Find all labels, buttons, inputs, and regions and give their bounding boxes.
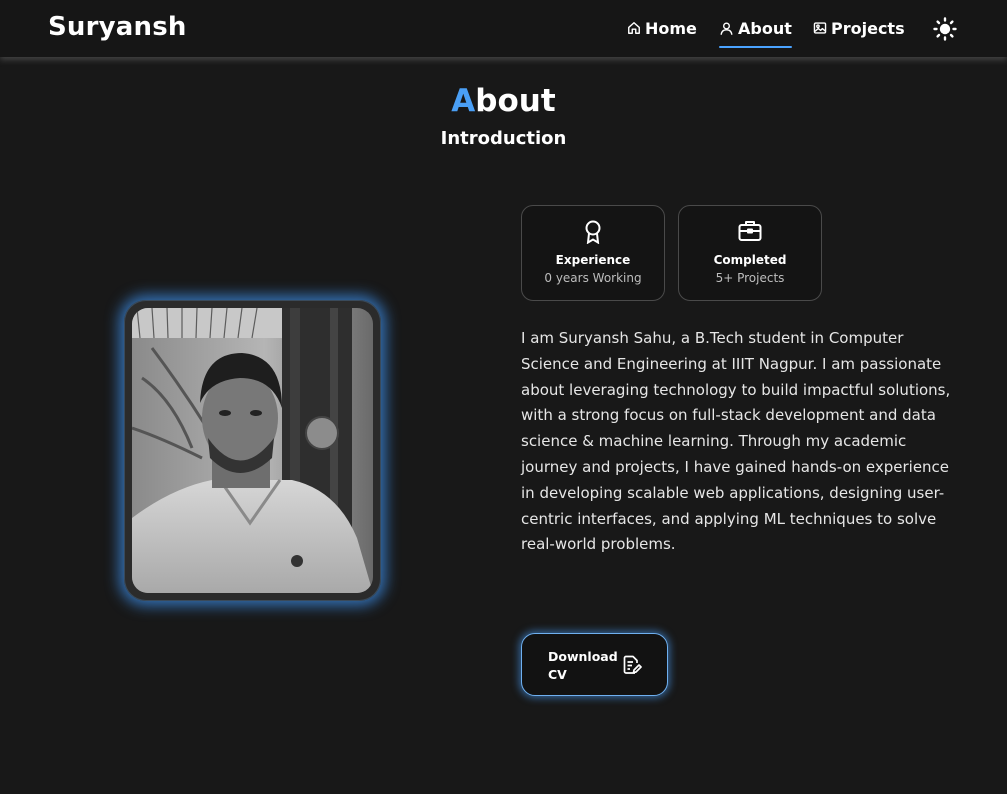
sun-icon: [933, 17, 957, 41]
theme-toggle-button[interactable]: [933, 17, 957, 41]
section-subtitle: Introduction: [440, 128, 567, 149]
nav-home-label: Home: [645, 19, 697, 38]
experience-card: Experience 0 years Working: [521, 205, 665, 301]
nav-about-label: About: [738, 19, 792, 38]
completed-title: Completed: [713, 253, 787, 267]
nav-home-link[interactable]: Home: [627, 19, 697, 49]
section-title-rest: bout: [475, 83, 556, 119]
about-description: I am Suryansh Sahu, a B.Tech student in …: [521, 329, 951, 554]
profile-photo-frame: [124, 300, 381, 601]
download-cv-button[interactable]: Download CV: [521, 633, 668, 696]
section-title: About: [0, 82, 1007, 120]
site-logo[interactable]: Suryansh: [48, 12, 187, 42]
briefcase-icon: [738, 221, 762, 241]
file-edit-icon: [623, 655, 642, 674]
download-cv-label: Download CV: [548, 649, 618, 682]
experience-value: 0 years Working: [544, 271, 642, 285]
nav-projects-label: Projects: [831, 19, 905, 38]
completed-value: 5+ Projects: [715, 271, 785, 285]
experience-title: Experience: [555, 253, 631, 267]
completed-card: Completed 5+ Projects: [678, 205, 822, 301]
section-title-accent: A: [451, 83, 476, 119]
navbar: Suryansh Home About Projects: [0, 0, 1007, 57]
user-icon: [720, 22, 733, 35]
award-icon: [585, 220, 601, 244]
nav-about-link[interactable]: About: [719, 19, 792, 49]
home-icon: [628, 22, 640, 34]
nav-projects-link[interactable]: Projects: [813, 19, 905, 49]
profile-photo: [132, 308, 373, 593]
image-icon: [813, 22, 827, 34]
